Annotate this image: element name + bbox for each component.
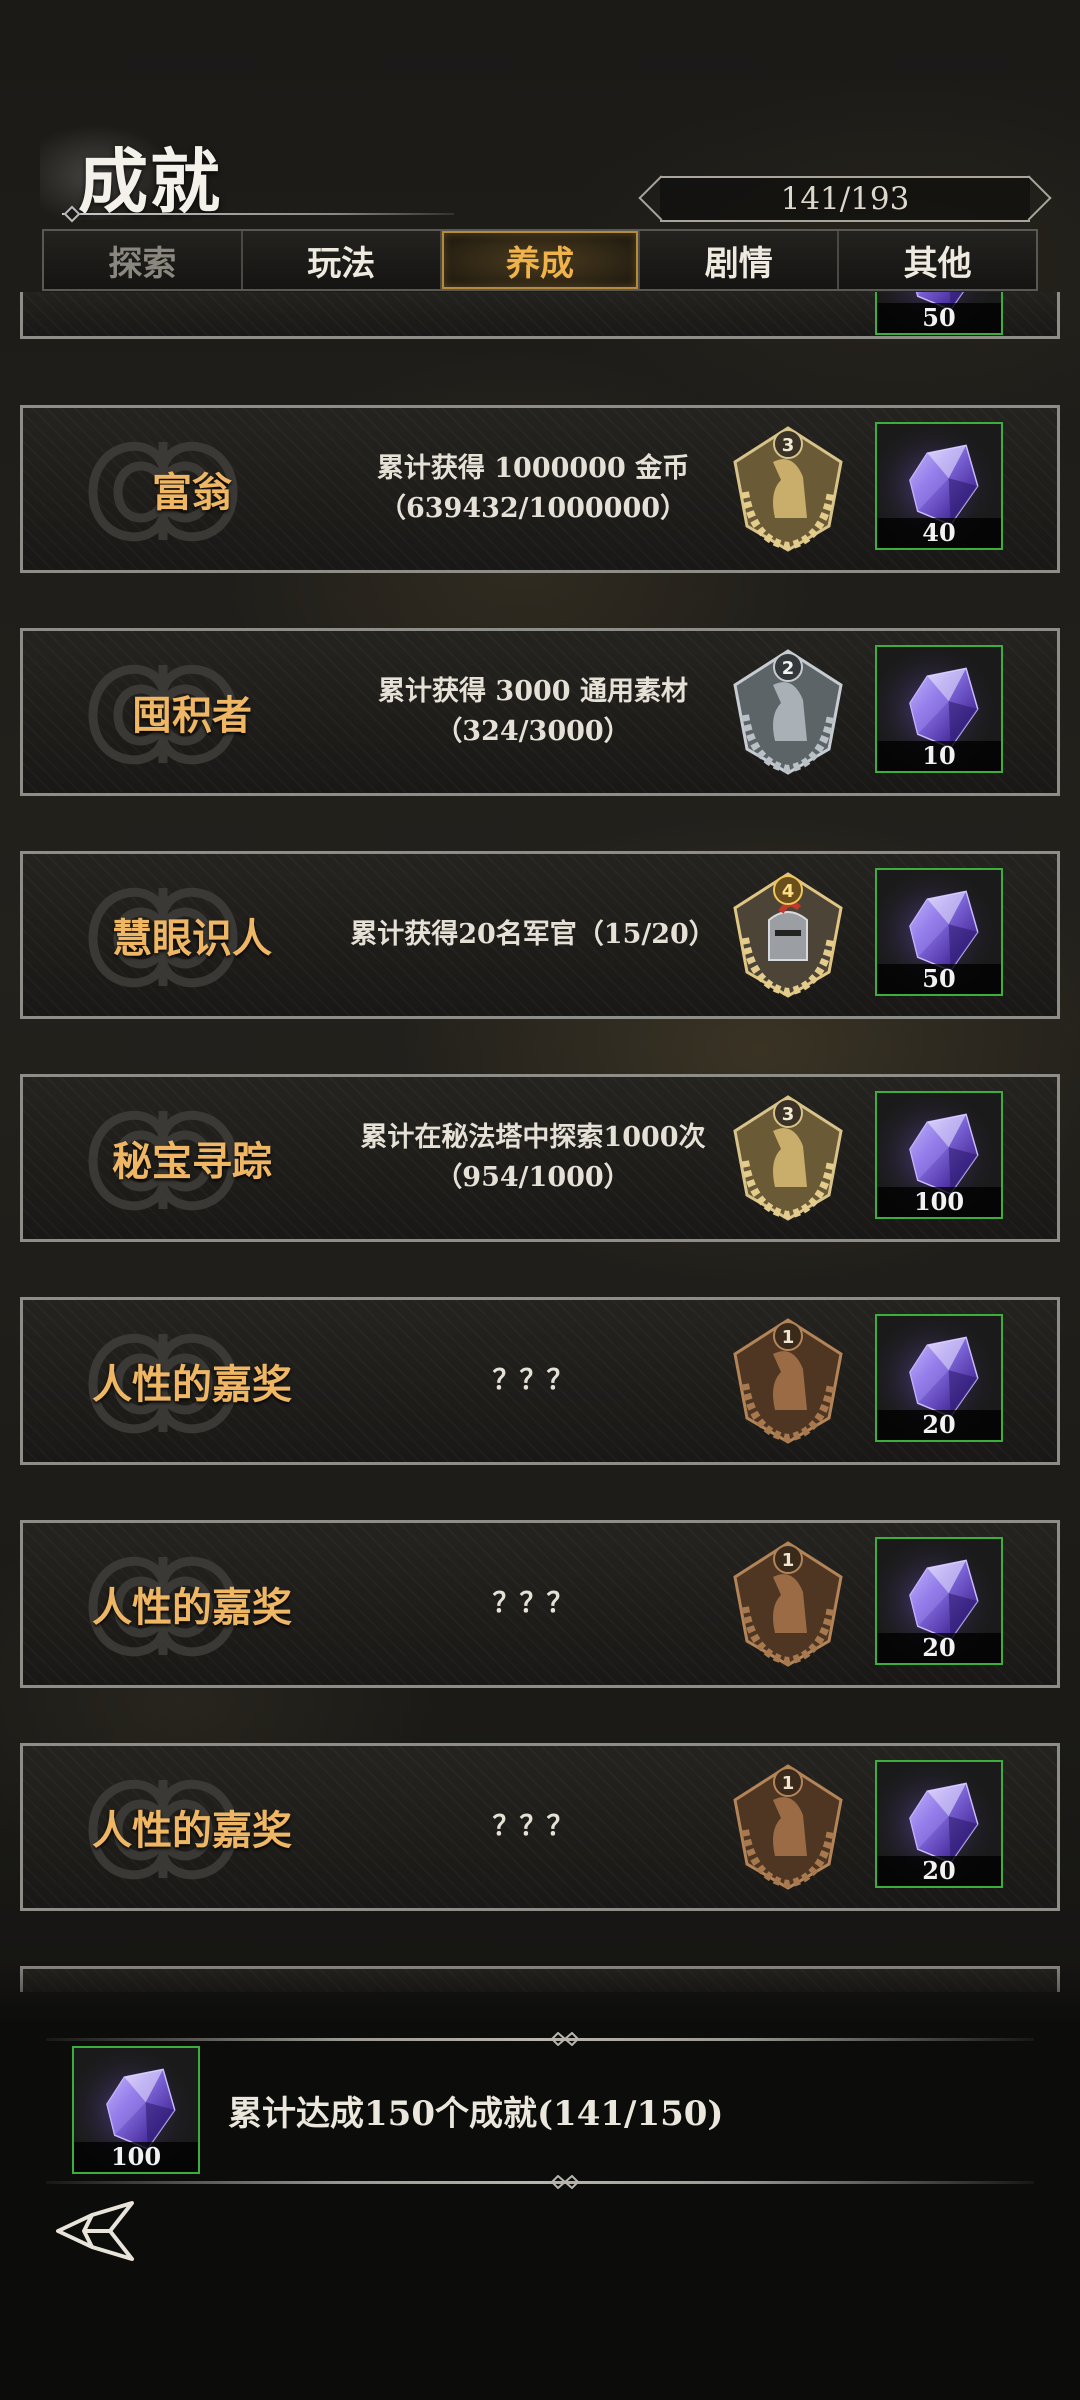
category-tabs: 探索 玩法 养成 剧情 其他 [42,229,1038,291]
achievement-desc-line2: （324/3000） [435,716,631,747]
achievement-desc-line1: 累计在秘法塔中探索1000次 [360,1122,706,1153]
laurel-medal-icon: 3 [733,426,843,552]
achievement-card[interactable]: 慧眼识人 累计获得20名军官（15/20） 4 50 [20,851,1060,1019]
badge-tier: 1 [782,1327,795,1348]
tab-other[interactable]: 其他 [839,231,1036,289]
reward-slot[interactable]: 20 [875,1537,1003,1665]
achievement-card[interactable]: 人性的嘉奖 ？？？ 1 20 [20,1297,1060,1465]
achievement-desc-line1: 累计获得 3000 通用素材 [378,676,688,707]
reward-count: 100 [74,2142,198,2172]
achievement-desc-line1: ？？？ [492,1365,574,1396]
laurel-medal-icon: 3 [733,1095,843,1221]
achievement-name: 人性的嘉奖 [92,1584,292,1631]
achievement-name: 富翁 [152,469,232,516]
badge-tier: 2 [782,658,795,679]
header: 成就 141/193 探索 玩法 养成 剧情 其他 [0,0,1080,300]
achievement-description: ？？？ [323,1523,743,1685]
tab-story[interactable]: 剧情 [640,231,840,289]
achievement-list[interactable]: 50 富翁 累计获得 1000000 金币 （639432/1000000） 3… [0,292,1080,1992]
achievement-name: 人性的嘉奖 [92,1807,292,1854]
reward-count: 50 [877,303,1001,333]
reward-count: 10 [877,741,1001,771]
laurel-medal-icon: 1 [733,1764,843,1890]
reward-count: 20 [877,1856,1001,1886]
achievement-name: 人性的嘉奖 [92,1361,292,1408]
divider-ornament-icon [550,2175,580,2189]
achievement-description: 累计获得20名军官（15/20） [323,854,743,1016]
top-divider [46,2038,1034,2041]
achievement-card[interactable]: 人性的嘉奖 ？？？ 1 20 [20,1743,1060,1911]
achievement-description: 累计获得 3000 通用素材 （324/3000） [323,631,743,793]
laurel-medal-icon: 1 [733,1318,843,1444]
reward-slot[interactable]: 40 [875,422,1003,550]
laurel-medal-icon: 1 [733,1541,843,1667]
achievement-card[interactable]: 富翁 累计获得 1000000 金币 （639432/1000000） 3 40 [20,405,1060,573]
reward-count: 20 [877,1410,1001,1440]
reward-count: 40 [877,518,1001,548]
achievement-desc-line1: ？？？ [492,1811,574,1842]
achievement-desc-line2: （954/1000） [435,1162,631,1193]
badge-tier: 1 [782,1550,795,1571]
tab-explore[interactable]: 探索 [44,231,243,289]
achievement-desc-line2: （639432/1000000） [378,493,688,524]
achievement-description: ？？？ [323,1746,743,1908]
title-underline [62,213,454,215]
reward-slot[interactable]: 50 [875,868,1003,996]
page-title: 成就 [78,140,222,223]
badge-tier: 3 [782,435,795,456]
reward-slot[interactable]: 20 [875,1314,1003,1442]
bottom-divider [46,2181,1034,2184]
reward-slot[interactable]: 10 [875,645,1003,773]
divider-ornament-icon [550,2032,580,2046]
laurel-medal-icon: 2 [733,649,843,775]
badge-tier: 1 [782,1773,795,1794]
knight-helmet-medal-icon: 4 [733,872,843,998]
back-arrow-icon[interactable] [52,2195,142,2265]
reward-slot[interactable]: 20 [875,1760,1003,1888]
badge-tier: 4 [782,881,795,902]
achievement-desc-line1: 累计获得 1000000 金币 [376,453,690,484]
achievement-card-partial: 50 [20,292,1060,339]
tab-gameplay[interactable]: 玩法 [242,231,442,289]
achievement-progress: 141/193 [660,176,1030,222]
total-reward-slot[interactable]: 100 [72,2046,200,2174]
achievement-desc-line1: ？？？ [492,1588,574,1619]
reward-count: 100 [877,1187,1001,1217]
reward-slot[interactable]: 50 [875,292,1003,335]
reward-count: 20 [877,1633,1001,1663]
reward-count: 50 [877,964,1001,994]
achievement-description: 累计获得 1000000 金币 （639432/1000000） [323,408,743,570]
achievement-card[interactable]: 囤积者 累计获得 3000 通用素材 （324/3000） 2 10 [20,628,1060,796]
achievement-card[interactable]: 人性的嘉奖 ？？？ 1 20 [20,1520,1060,1688]
badge-tier: 3 [782,1104,795,1125]
achievement-desc-line1: 累计获得20名军官（15/20） [350,919,716,950]
list-fade [0,1960,1080,2040]
achievement-name: 慧眼识人 [112,915,272,962]
achievement-name: 秘宝寻踪 [112,1138,272,1185]
achievement-description: ？？？ [323,1300,743,1462]
achievement-description: 累计在秘法塔中探索1000次 （954/1000） [323,1077,743,1239]
achievement-card[interactable]: 秘宝寻踪 累计在秘法塔中探索1000次 （954/1000） 3 100 [20,1074,1060,1242]
achievement-name: 囤积者 [132,692,252,739]
tab-cultivation[interactable]: 养成 [441,231,641,289]
reward-slot[interactable]: 100 [875,1091,1003,1219]
total-achievement-label: 累计达成150个成就(141/150) [228,2094,724,2134]
